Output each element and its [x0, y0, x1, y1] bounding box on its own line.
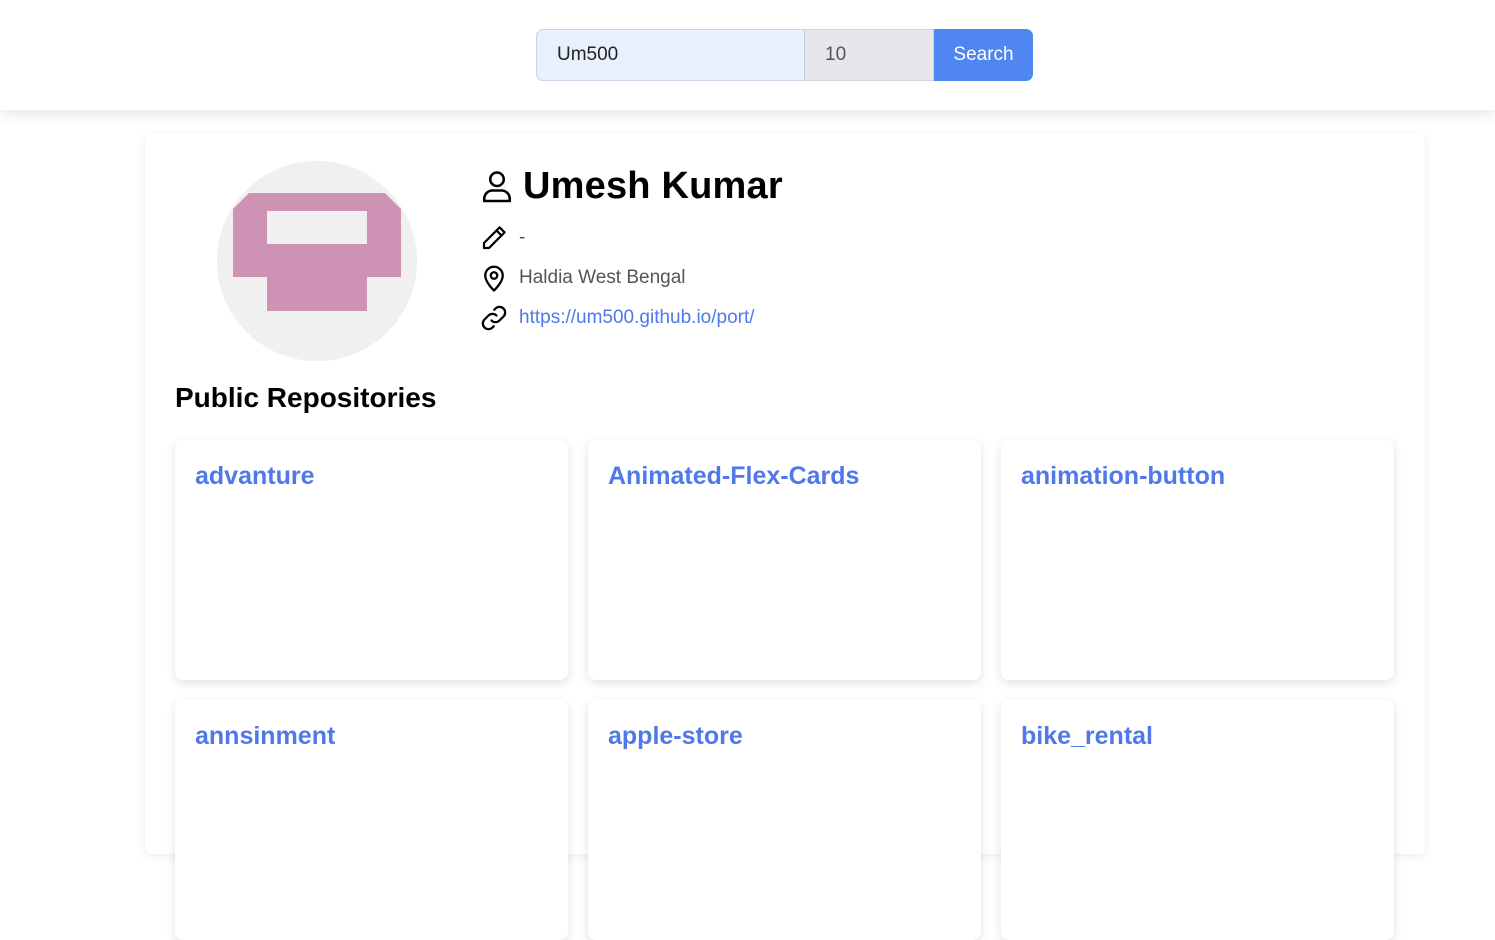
- repo-card[interactable]: Animated-Flex-Cards: [588, 440, 981, 680]
- repo-name-link[interactable]: annsinment: [195, 722, 335, 750]
- bio-text: -: [519, 227, 526, 248]
- link-icon: [481, 305, 507, 331]
- location-row: Haldia West Bengal: [479, 258, 783, 298]
- location-text: Haldia West Bengal: [519, 267, 686, 288]
- username-input[interactable]: [536, 29, 804, 81]
- repo-card[interactable]: animation-button: [1001, 440, 1394, 680]
- user-name: Umesh Kumar: [523, 164, 783, 207]
- location-pin-icon: [484, 265, 504, 292]
- search-button[interactable]: Search: [934, 29, 1033, 81]
- repository-grid: advanture Animated-Flex-Cards animation-…: [175, 440, 1395, 940]
- repo-name-link[interactable]: animation-button: [1021, 462, 1225, 490]
- repo-card[interactable]: apple-store: [588, 700, 981, 940]
- website-link[interactable]: https://um500.github.io/port/: [519, 307, 755, 329]
- repo-name-link[interactable]: Animated-Flex-Cards: [608, 462, 859, 490]
- profile-card: Umesh Kumar - Haldia West Bengal https:/…: [145, 134, 1425, 940]
- name-row: Umesh Kumar: [479, 162, 783, 210]
- repo-count-input[interactable]: [804, 29, 934, 81]
- website-row: https://um500.github.io/port/: [479, 298, 783, 338]
- repo-card[interactable]: bike_rental: [1001, 700, 1394, 940]
- pencil-icon: [482, 226, 506, 250]
- repo-name-link[interactable]: bike_rental: [1021, 722, 1153, 750]
- repo-name-link[interactable]: advanture: [195, 462, 314, 490]
- user-icon: [482, 171, 512, 203]
- search-form: Search: [536, 29, 1033, 81]
- bio-row: -: [479, 218, 783, 258]
- repo-card[interactable]: annsinment: [175, 700, 568, 940]
- identicon-image: [217, 161, 417, 361]
- avatar: [217, 161, 417, 361]
- top-search-bar: Search: [0, 0, 1495, 110]
- repo-card[interactable]: advanture: [175, 440, 568, 680]
- profile-info: Umesh Kumar - Haldia West Bengal https:/…: [479, 162, 783, 338]
- repositories-heading: Public Repositories: [175, 382, 437, 413]
- repo-name-link[interactable]: apple-store: [608, 722, 743, 750]
